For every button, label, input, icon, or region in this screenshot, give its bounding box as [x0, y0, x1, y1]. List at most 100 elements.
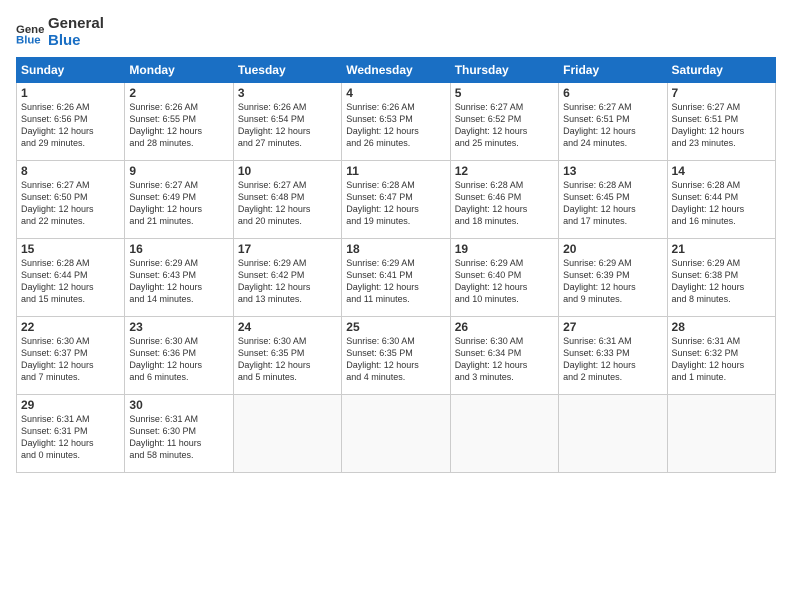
day-info: Sunrise: 6:30 AMSunset: 6:34 PMDaylight:…	[455, 335, 554, 384]
calendar-cell: 7 Sunrise: 6:27 AMSunset: 6:51 PMDayligh…	[667, 83, 775, 161]
day-info: Sunrise: 6:26 AMSunset: 6:56 PMDaylight:…	[21, 101, 120, 150]
day-number: 13	[563, 164, 662, 178]
weekday-header-sunday: Sunday	[17, 58, 125, 83]
calendar-cell: 5 Sunrise: 6:27 AMSunset: 6:52 PMDayligh…	[450, 83, 558, 161]
day-number: 23	[129, 320, 228, 334]
calendar-cell: 22 Sunrise: 6:30 AMSunset: 6:37 PMDaylig…	[17, 317, 125, 395]
calendar-cell: 8 Sunrise: 6:27 AMSunset: 6:50 PMDayligh…	[17, 161, 125, 239]
day-number: 29	[21, 398, 120, 412]
calendar-cell	[233, 395, 341, 473]
calendar-cell: 23 Sunrise: 6:30 AMSunset: 6:36 PMDaylig…	[125, 317, 233, 395]
calendar-cell	[342, 395, 450, 473]
calendar-week-row: 15 Sunrise: 6:28 AMSunset: 6:44 PMDaylig…	[17, 239, 776, 317]
calendar-cell: 11 Sunrise: 6:28 AMSunset: 6:47 PMDaylig…	[342, 161, 450, 239]
day-number: 12	[455, 164, 554, 178]
general-blue-icon: General Blue	[16, 19, 44, 47]
day-info: Sunrise: 6:29 AMSunset: 6:39 PMDaylight:…	[563, 257, 662, 306]
calendar-cell: 10 Sunrise: 6:27 AMSunset: 6:48 PMDaylig…	[233, 161, 341, 239]
calendar-cell: 19 Sunrise: 6:29 AMSunset: 6:40 PMDaylig…	[450, 239, 558, 317]
calendar-cell: 18 Sunrise: 6:29 AMSunset: 6:41 PMDaylig…	[342, 239, 450, 317]
day-number: 7	[672, 86, 771, 100]
day-info: Sunrise: 6:31 AMSunset: 6:30 PMDaylight:…	[129, 413, 228, 462]
day-info: Sunrise: 6:28 AMSunset: 6:45 PMDaylight:…	[563, 179, 662, 228]
day-info: Sunrise: 6:29 AMSunset: 6:42 PMDaylight:…	[238, 257, 337, 306]
day-number: 16	[129, 242, 228, 256]
day-number: 15	[21, 242, 120, 256]
day-info: Sunrise: 6:27 AMSunset: 6:50 PMDaylight:…	[21, 179, 120, 228]
weekday-header-friday: Friday	[559, 58, 667, 83]
calendar-cell: 13 Sunrise: 6:28 AMSunset: 6:45 PMDaylig…	[559, 161, 667, 239]
calendar-cell: 2 Sunrise: 6:26 AMSunset: 6:55 PMDayligh…	[125, 83, 233, 161]
day-number: 4	[346, 86, 445, 100]
calendar-cell	[450, 395, 558, 473]
day-number: 30	[129, 398, 228, 412]
day-info: Sunrise: 6:26 AMSunset: 6:54 PMDaylight:…	[238, 101, 337, 150]
calendar-cell	[559, 395, 667, 473]
day-info: Sunrise: 6:30 AMSunset: 6:37 PMDaylight:…	[21, 335, 120, 384]
calendar-cell: 25 Sunrise: 6:30 AMSunset: 6:35 PMDaylig…	[342, 317, 450, 395]
day-info: Sunrise: 6:27 AMSunset: 6:52 PMDaylight:…	[455, 101, 554, 150]
day-info: Sunrise: 6:26 AMSunset: 6:55 PMDaylight:…	[129, 101, 228, 150]
calendar-cell: 26 Sunrise: 6:30 AMSunset: 6:34 PMDaylig…	[450, 317, 558, 395]
calendar-week-row: 22 Sunrise: 6:30 AMSunset: 6:37 PMDaylig…	[17, 317, 776, 395]
day-info: Sunrise: 6:30 AMSunset: 6:36 PMDaylight:…	[129, 335, 228, 384]
page: General Blue General Blue SundayMondayTu…	[0, 0, 792, 612]
calendar-cell: 9 Sunrise: 6:27 AMSunset: 6:49 PMDayligh…	[125, 161, 233, 239]
header: General Blue General Blue	[16, 16, 776, 49]
day-number: 8	[21, 164, 120, 178]
day-info: Sunrise: 6:29 AMSunset: 6:38 PMDaylight:…	[672, 257, 771, 306]
day-number: 10	[238, 164, 337, 178]
day-number: 22	[21, 320, 120, 334]
day-number: 18	[346, 242, 445, 256]
calendar-cell: 24 Sunrise: 6:30 AMSunset: 6:35 PMDaylig…	[233, 317, 341, 395]
day-number: 1	[21, 86, 120, 100]
calendar-week-row: 1 Sunrise: 6:26 AMSunset: 6:56 PMDayligh…	[17, 83, 776, 161]
day-info: Sunrise: 6:31 AMSunset: 6:31 PMDaylight:…	[21, 413, 120, 462]
day-info: Sunrise: 6:29 AMSunset: 6:41 PMDaylight:…	[346, 257, 445, 306]
logo-text: General Blue	[48, 16, 104, 49]
svg-text:Blue: Blue	[16, 34, 41, 46]
calendar-cell: 30 Sunrise: 6:31 AMSunset: 6:30 PMDaylig…	[125, 395, 233, 473]
day-number: 27	[563, 320, 662, 334]
calendar-cell: 1 Sunrise: 6:26 AMSunset: 6:56 PMDayligh…	[17, 83, 125, 161]
day-number: 19	[455, 242, 554, 256]
calendar-week-row: 29 Sunrise: 6:31 AMSunset: 6:31 PMDaylig…	[17, 395, 776, 473]
calendar-cell: 28 Sunrise: 6:31 AMSunset: 6:32 PMDaylig…	[667, 317, 775, 395]
calendar-cell: 27 Sunrise: 6:31 AMSunset: 6:33 PMDaylig…	[559, 317, 667, 395]
day-info: Sunrise: 6:28 AMSunset: 6:44 PMDaylight:…	[672, 179, 771, 228]
day-number: 17	[238, 242, 337, 256]
day-info: Sunrise: 6:29 AMSunset: 6:40 PMDaylight:…	[455, 257, 554, 306]
calendar-cell: 15 Sunrise: 6:28 AMSunset: 6:44 PMDaylig…	[17, 239, 125, 317]
day-number: 14	[672, 164, 771, 178]
weekday-header-thursday: Thursday	[450, 58, 558, 83]
day-info: Sunrise: 6:28 AMSunset: 6:44 PMDaylight:…	[21, 257, 120, 306]
day-number: 2	[129, 86, 228, 100]
day-info: Sunrise: 6:28 AMSunset: 6:47 PMDaylight:…	[346, 179, 445, 228]
calendar-cell: 4 Sunrise: 6:26 AMSunset: 6:53 PMDayligh…	[342, 83, 450, 161]
calendar-cell: 17 Sunrise: 6:29 AMSunset: 6:42 PMDaylig…	[233, 239, 341, 317]
day-info: Sunrise: 6:31 AMSunset: 6:32 PMDaylight:…	[672, 335, 771, 384]
day-number: 9	[129, 164, 228, 178]
weekday-header-saturday: Saturday	[667, 58, 775, 83]
day-number: 20	[563, 242, 662, 256]
calendar-cell: 16 Sunrise: 6:29 AMSunset: 6:43 PMDaylig…	[125, 239, 233, 317]
calendar-header-row: SundayMondayTuesdayWednesdayThursdayFrid…	[17, 58, 776, 83]
calendar-week-row: 8 Sunrise: 6:27 AMSunset: 6:50 PMDayligh…	[17, 161, 776, 239]
day-number: 3	[238, 86, 337, 100]
day-number: 5	[455, 86, 554, 100]
day-info: Sunrise: 6:30 AMSunset: 6:35 PMDaylight:…	[346, 335, 445, 384]
day-info: Sunrise: 6:31 AMSunset: 6:33 PMDaylight:…	[563, 335, 662, 384]
calendar-cell	[667, 395, 775, 473]
calendar-cell: 21 Sunrise: 6:29 AMSunset: 6:38 PMDaylig…	[667, 239, 775, 317]
day-number: 28	[672, 320, 771, 334]
calendar-cell: 3 Sunrise: 6:26 AMSunset: 6:54 PMDayligh…	[233, 83, 341, 161]
day-info: Sunrise: 6:29 AMSunset: 6:43 PMDaylight:…	[129, 257, 228, 306]
day-info: Sunrise: 6:27 AMSunset: 6:49 PMDaylight:…	[129, 179, 228, 228]
day-number: 24	[238, 320, 337, 334]
day-number: 25	[346, 320, 445, 334]
day-number: 11	[346, 164, 445, 178]
day-info: Sunrise: 6:27 AMSunset: 6:51 PMDaylight:…	[563, 101, 662, 150]
calendar-cell: 14 Sunrise: 6:28 AMSunset: 6:44 PMDaylig…	[667, 161, 775, 239]
day-info: Sunrise: 6:27 AMSunset: 6:48 PMDaylight:…	[238, 179, 337, 228]
calendar-cell: 20 Sunrise: 6:29 AMSunset: 6:39 PMDaylig…	[559, 239, 667, 317]
